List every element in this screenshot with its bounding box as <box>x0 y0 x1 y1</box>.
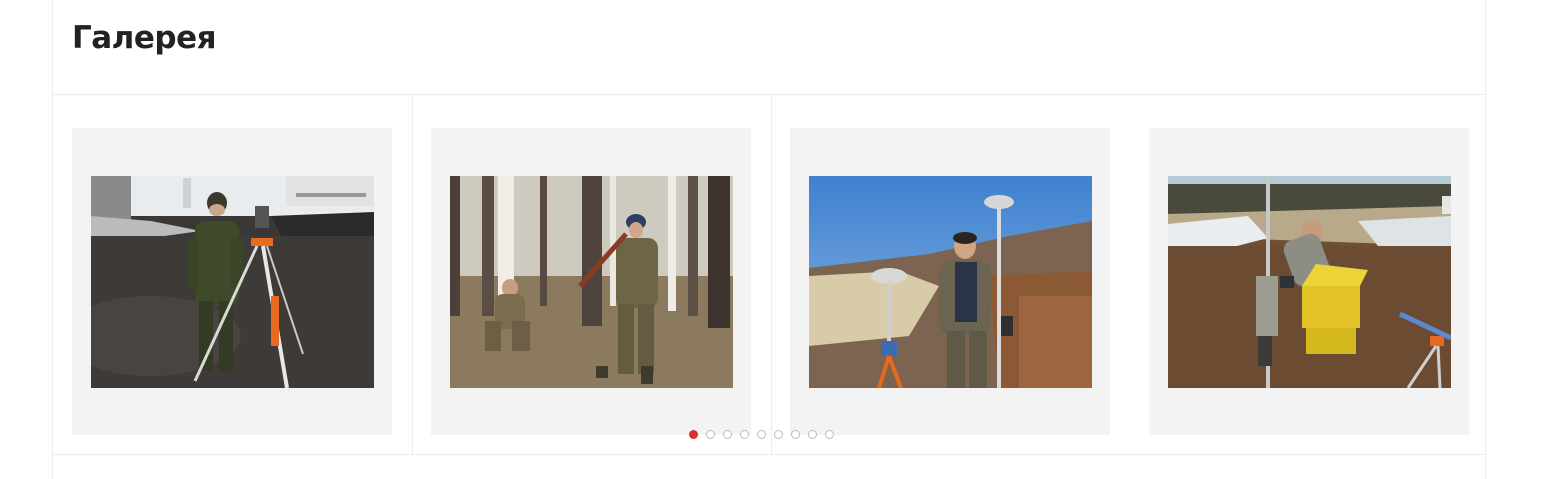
pagination-dot-5[interactable] <box>757 430 766 439</box>
photo-two-men-in-birch-forest[interactable] <box>450 176 733 388</box>
gallery-section: Галерея <box>52 0 1486 479</box>
gallery-slide-4[interactable] <box>1149 128 1469 435</box>
pagination-dot-8[interactable] <box>808 430 817 439</box>
pagination-dot-3[interactable] <box>723 430 732 439</box>
pagination-dot-1[interactable] <box>689 430 698 439</box>
pagination-dot-6[interactable] <box>774 430 783 439</box>
gallery-title: Галерея <box>72 20 217 56</box>
pagination-dot-9[interactable] <box>825 430 834 439</box>
photo-surveyor-with-total-station[interactable] <box>91 176 374 388</box>
gallery-header: Галерея <box>53 0 1485 95</box>
slider-pagination <box>689 430 834 439</box>
photo-man-with-gnss-receivers[interactable] <box>809 176 1092 388</box>
gallery-slide-2[interactable] <box>431 128 751 435</box>
slide-divider <box>412 95 413 454</box>
pagination-dot-2[interactable] <box>706 430 715 439</box>
gallery-slider[interactable] <box>53 95 1485 455</box>
slide-divider <box>771 95 772 454</box>
pagination-dot-7[interactable] <box>791 430 800 439</box>
pagination-dot-4[interactable] <box>740 430 749 439</box>
gallery-slide-1[interactable] <box>72 128 392 435</box>
gallery-slide-3[interactable] <box>790 128 1110 435</box>
photo-man-with-yellow-case[interactable] <box>1168 176 1451 388</box>
